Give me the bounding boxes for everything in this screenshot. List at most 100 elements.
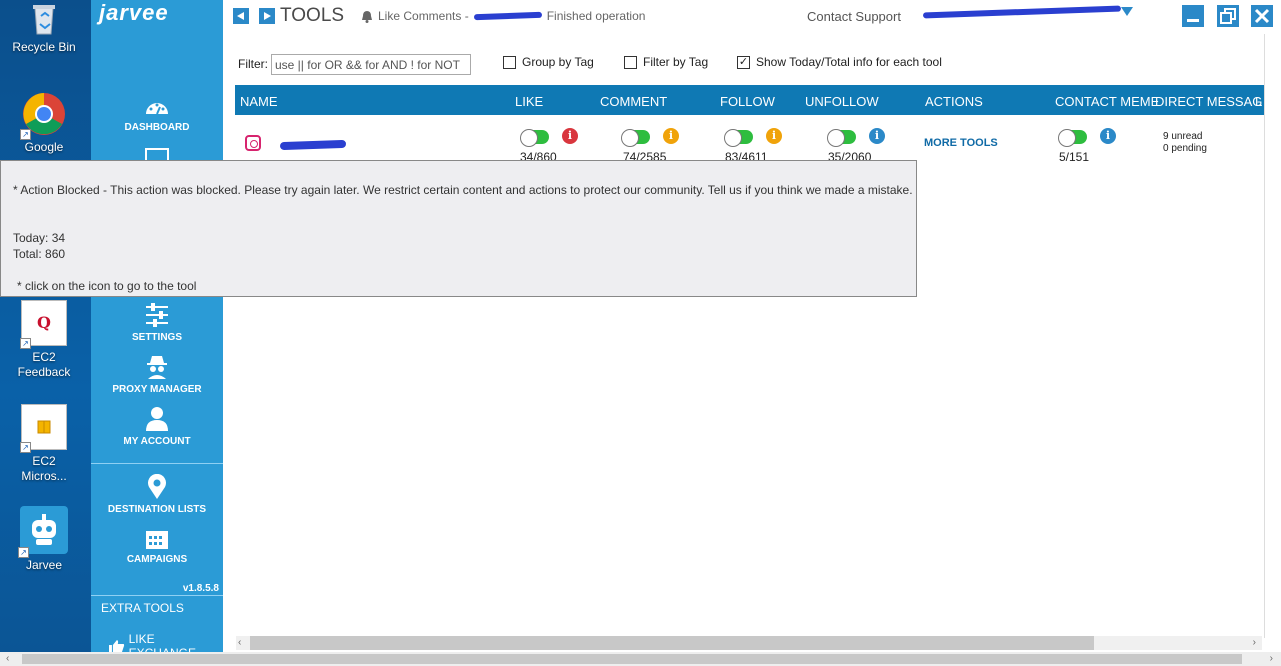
direct-message-status: 9 unread 0 pending — [1163, 131, 1207, 155]
nav-destination-lists-label: DESTINATION LISTS — [107, 504, 207, 515]
package-icon: ↗ — [20, 404, 67, 453]
column-direct-message[interactable]: DIRECT MESSAG — [1155, 94, 1262, 109]
redacted-account-name — [279, 139, 347, 151]
dm-unread: 9 unread — [1163, 131, 1203, 142]
filter-row: Filter: Group by Tag Filter by Tag ✓ Sho… — [223, 54, 1281, 76]
scroll-left-icon[interactable]: ‹ — [6, 653, 9, 664]
more-tools-link[interactable]: MORE TOOLS — [924, 137, 998, 149]
nav-campaigns[interactable]: CAMPAIGNS — [91, 528, 223, 565]
nav-my-account[interactable]: MY ACCOUNT — [91, 406, 223, 447]
comment-info-icon[interactable]: i — [663, 128, 679, 144]
jarvee-shortcut[interactable]: ↗ Jarvee — [4, 506, 84, 573]
group-by-tag-checkbox[interactable]: Group by Tag — [503, 55, 594, 69]
filter-input[interactable] — [271, 54, 471, 75]
recycle-bin-icon — [27, 2, 61, 36]
column-unfollow[interactable]: UNFOLLOW — [805, 94, 879, 109]
column-l[interactable]: L — [1255, 94, 1262, 109]
follow-info-icon[interactable]: i — [766, 128, 782, 144]
extra-tools-label: EXTRA TOOLS — [101, 601, 184, 615]
scrollbar-thumb[interactable] — [250, 636, 1094, 650]
window-horizontal-scrollbar[interactable]: ‹ › — [0, 652, 1281, 666]
column-contact-members[interactable]: CONTACT MEME — [1055, 94, 1159, 109]
nav-campaigns-label: CAMPAIGNS — [126, 554, 188, 565]
sidebar-divider — [91, 463, 223, 464]
close-button[interactable] — [1251, 5, 1273, 27]
unfollow-toggle[interactable] — [827, 129, 856, 147]
nav-settings[interactable]: SETTINGS — [91, 302, 223, 343]
settings-sliders-icon — [146, 303, 168, 327]
shortcut-arrow-icon: ↗ — [20, 338, 31, 349]
scroll-right-icon[interactable]: › — [1253, 637, 1256, 648]
ec2-feedback-label-line2: Feedback — [17, 365, 71, 379]
shortcut-arrow-icon: ↗ — [18, 547, 29, 558]
restore-button[interactable] — [1217, 5, 1239, 27]
nav-my-account-label: MY ACCOUNT — [123, 436, 191, 447]
status-suffix: Finished operation — [546, 9, 646, 23]
show-today-total-label: Show Today/Total info for each tool — [756, 55, 942, 69]
google-chrome-shortcut[interactable]: ↗ Google — [4, 92, 84, 155]
unfollow-info-icon[interactable]: i — [869, 128, 885, 144]
map-pin-icon — [148, 474, 166, 499]
nav-dashboard[interactable]: DASHBOARD — [91, 96, 223, 133]
filter-by-tag-box[interactable] — [624, 55, 637, 69]
nav-destination-lists[interactable]: DESTINATION LISTS — [91, 474, 223, 515]
dm-pending: 0 pending — [1163, 143, 1207, 154]
dashboard-gauge-icon — [146, 103, 168, 115]
scroll-left-icon[interactable]: ‹ — [238, 637, 241, 648]
vertical-scrollbar[interactable] — [1264, 34, 1281, 638]
minimize-icon — [1187, 19, 1199, 22]
filter-by-tag-checkbox[interactable]: Filter by Tag — [624, 55, 708, 69]
contact-members-toggle[interactable] — [1058, 129, 1087, 147]
horizontal-scrollbar[interactable]: ‹ › — [236, 636, 1262, 650]
contact-members-info-icon[interactable]: i — [1100, 128, 1116, 144]
chevron-down-icon — [1121, 7, 1133, 16]
jarvee-sidebar: jarvee DASHBOARD SETTINGS PROXY MANAGER … — [91, 0, 223, 660]
chrome-icon: ↗ — [20, 92, 66, 140]
filter-by-tag-label: Filter by Tag — [643, 55, 709, 69]
bell-icon — [362, 10, 372, 23]
instagram-icon[interactable] — [245, 135, 261, 151]
top-bar: TOOLS Like Comments - Finished operation… — [223, 0, 1281, 34]
group-by-tag-label: Group by Tag — [522, 55, 594, 69]
like-info-icon[interactable]: i — [562, 128, 578, 144]
nav-dashboard-label: DASHBOARD — [124, 122, 190, 133]
column-actions[interactable]: ACTIONS — [925, 94, 983, 109]
comment-toggle[interactable] — [621, 129, 650, 147]
ec2-feedback-shortcut[interactable]: Q ↗ EC2 Feedback — [4, 300, 84, 380]
action-blocked-tooltip: * Action Blocked - This action was block… — [0, 160, 917, 297]
ec2-microsoft-label-line1: EC2 — [32, 454, 56, 468]
contact-support-link[interactable]: Contact Support — [807, 9, 901, 24]
column-name[interactable]: NAME — [240, 94, 278, 109]
feedback-q-icon: Q ↗ — [20, 300, 67, 349]
column-follow[interactable]: FOLLOW — [720, 94, 775, 109]
scroll-right-icon[interactable]: › — [1270, 653, 1273, 664]
chrome-label-line1: Google — [24, 140, 64, 154]
back-arrow-icon[interactable] — [233, 8, 249, 24]
show-today-total-box[interactable]: ✓ — [737, 55, 750, 69]
forward-arrow-icon[interactable] — [259, 8, 275, 24]
column-like[interactable]: LIKE — [515, 94, 543, 109]
nav-proxy-manager[interactable]: PROXY MANAGER — [91, 354, 223, 395]
status-message: Like Comments - Finished operation — [361, 9, 645, 23]
calendar-icon — [146, 531, 168, 549]
follow-toggle[interactable] — [724, 129, 753, 147]
table-row: i 34/860 i 74/2585 i 83/4611 i 35/2060 M… — [235, 115, 1279, 165]
group-by-tag-box[interactable] — [503, 55, 516, 69]
ec2-microsoft-shortcut[interactable]: ↗ EC2 Micros... — [4, 404, 84, 484]
version-label: v1.8.5.8 — [182, 583, 219, 594]
nav-settings-label: SETTINGS — [131, 332, 182, 343]
recycle-bin-label: Recycle Bin — [12, 40, 76, 54]
show-today-total-checkbox[interactable]: ✓ Show Today/Total info for each tool — [737, 55, 942, 69]
tooltip-hint: * click on the icon to go to the tool — [17, 279, 197, 293]
account-selector[interactable] — [922, 5, 1133, 19]
column-comment[interactable]: COMMENT — [600, 94, 667, 109]
close-icon — [1254, 8, 1270, 24]
jarvee-label: Jarvee — [25, 558, 63, 572]
recycle-bin-shortcut[interactable]: Recycle Bin — [4, 2, 84, 55]
minimize-button[interactable] — [1182, 5, 1204, 27]
like-toggle[interactable] — [520, 129, 549, 147]
shortcut-arrow-icon: ↗ — [20, 129, 31, 140]
scrollbar-thumb[interactable] — [22, 654, 1242, 664]
user-icon — [146, 407, 168, 431]
restore-icon — [1220, 8, 1236, 24]
